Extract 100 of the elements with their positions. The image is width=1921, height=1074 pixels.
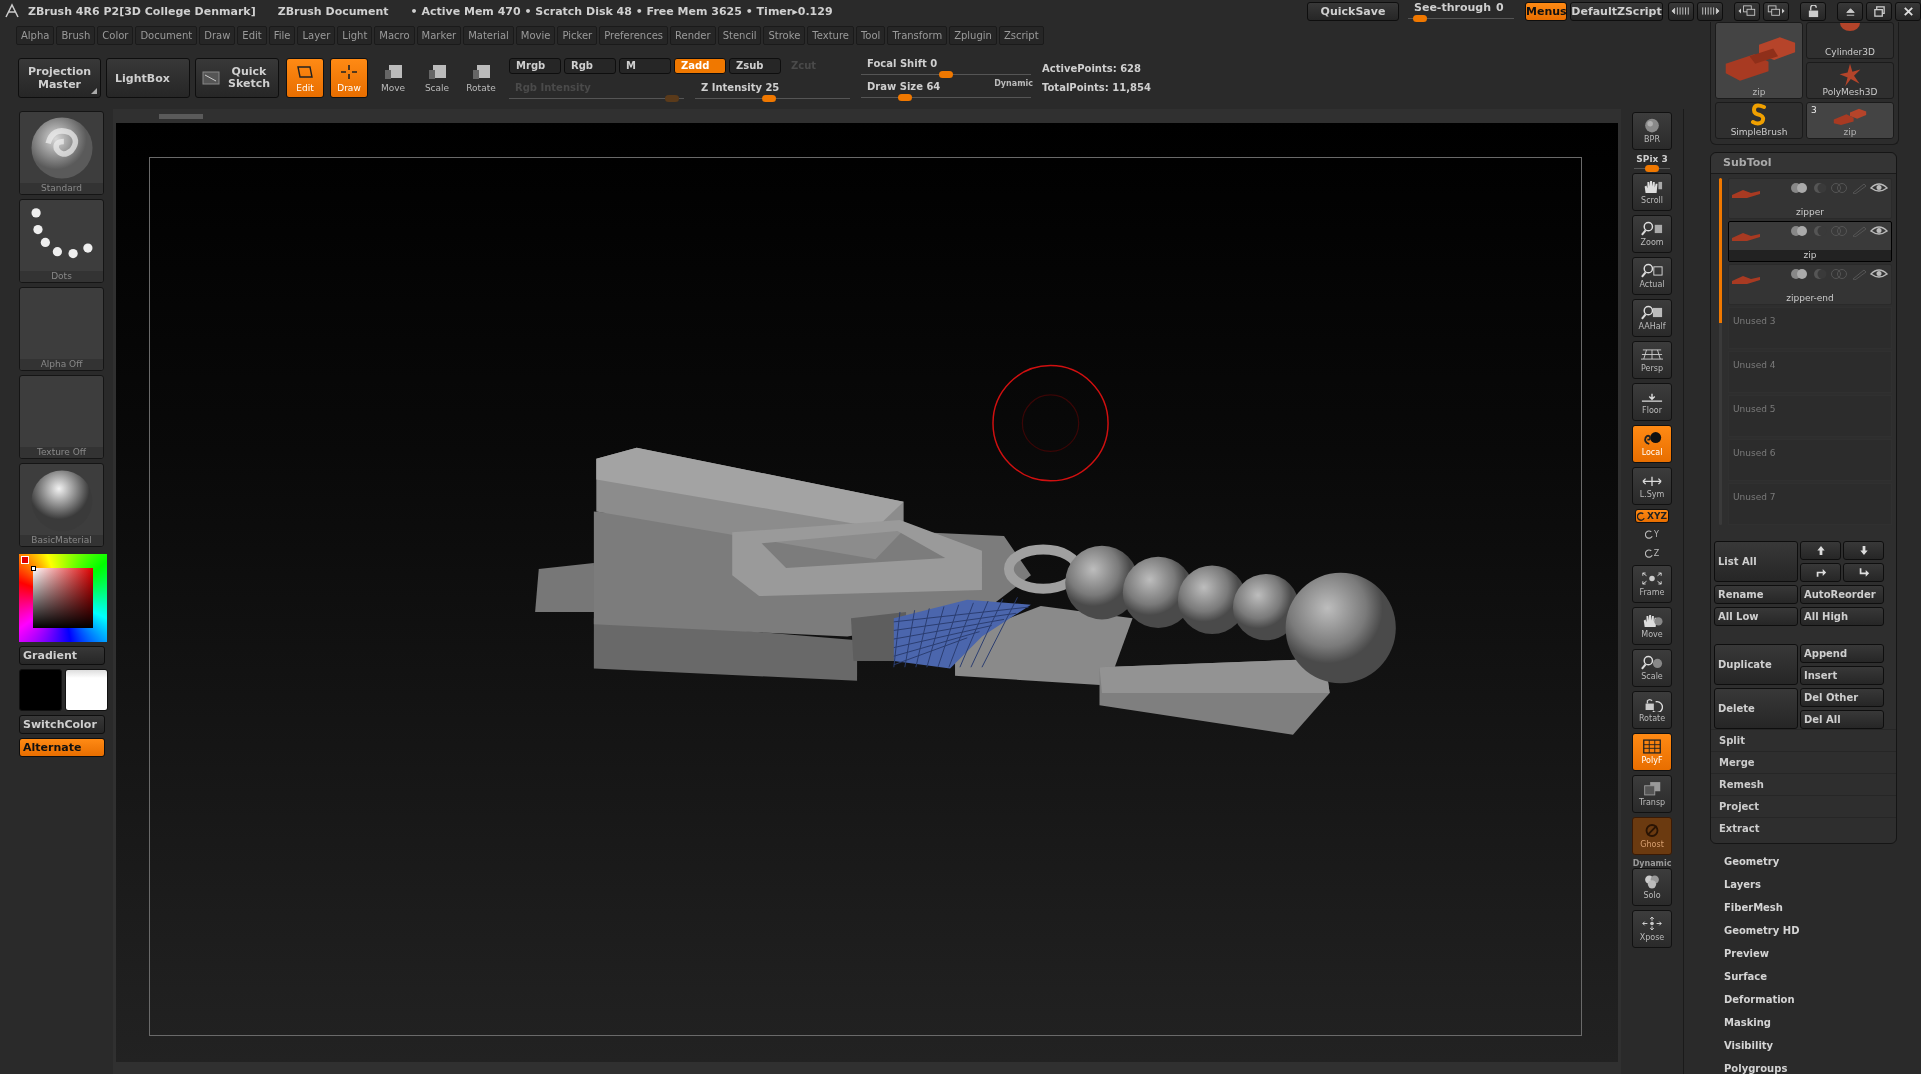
all-high-button[interactable]: All High <box>1800 607 1884 626</box>
menu-item[interactable]: Color <box>97 25 134 45</box>
view-button[interactable]: Rotate <box>1632 691 1673 729</box>
view-button[interactable]: AAHalf <box>1632 299 1673 337</box>
move-up-button[interactable] <box>1800 541 1841 560</box>
move-up-right-button[interactable] <box>1800 563 1841 582</box>
toggle-icon[interactable] <box>1790 182 1808 194</box>
projection-master-button[interactable]: Projection Master <box>18 58 101 98</box>
eye-icon[interactable] <box>1870 268 1888 280</box>
view-button[interactable]: Scale <box>1632 649 1673 687</box>
menu-item[interactable]: Light <box>337 25 373 45</box>
tool-thumbnail[interactable]: Cylinder3D <box>1806 22 1894 59</box>
subpalette-item[interactable]: Merge <box>1711 751 1896 773</box>
toggle-icon[interactable] <box>1790 225 1808 237</box>
insert-button[interactable]: Insert <box>1800 666 1884 685</box>
subtool-item[interactable]: zip <box>1728 221 1892 262</box>
view-button[interactable]: Zoom <box>1632 215 1673 253</box>
del-all-button[interactable]: Del All <box>1800 710 1884 729</box>
scroll-right-button[interactable] <box>1697 1 1723 21</box>
menu-item[interactable]: Zplugin <box>949 25 997 45</box>
quick-sketch-button[interactable]: Quick Sketch <box>195 58 279 98</box>
menu-item[interactable]: Macro <box>374 25 415 45</box>
channel-button[interactable]: M <box>619 57 671 74</box>
tool-menu-item[interactable]: Geometry <box>1724 850 1780 873</box>
view-button[interactable]: Frame <box>1632 565 1673 603</box>
view-button[interactable]: Move <box>1632 607 1673 645</box>
view-button[interactable]: Persp <box>1632 341 1673 379</box>
subtool-item[interactable]: zipper-end <box>1728 264 1892 305</box>
tool-thumbnail[interactable]: 3 zip <box>1806 102 1894 139</box>
secondary-color-swatch[interactable] <box>19 669 62 711</box>
menu-item[interactable]: Zscript <box>998 25 1044 45</box>
axis-rotate-button[interactable]: Z <box>1640 546 1665 561</box>
layout-right-button[interactable] <box>1763 1 1789 21</box>
subpalette-item[interactable]: Project <box>1711 795 1896 817</box>
dynamic-button[interactable]: Dynamic <box>994 79 1033 88</box>
menu-item[interactable]: Document <box>135 25 198 45</box>
tool-menu-item[interactable]: Surface <box>1724 965 1768 988</box>
list-all-button[interactable]: List All <box>1714 541 1798 582</box>
subtool-item[interactable]: zipper <box>1728 178 1892 219</box>
channel-button[interactable]: Mrgb <box>509 57 561 74</box>
see-through-slider[interactable]: See-through 0 <box>1406 1 1516 21</box>
tool-menu-item[interactable]: Deformation <box>1724 988 1795 1011</box>
menu-item[interactable]: Alpha <box>16 25 55 45</box>
view-button[interactable]: Actual <box>1632 257 1673 295</box>
menu-item[interactable]: Draw <box>199 25 236 45</box>
menus-button[interactable]: Menus <box>1525 1 1567 21</box>
del-other-button[interactable]: Del Other <box>1800 688 1884 707</box>
view-button[interactable]: Floor <box>1632 383 1673 421</box>
layout-left-button[interactable] <box>1734 1 1760 21</box>
all-low-button[interactable]: All Low <box>1714 607 1798 626</box>
append-button[interactable]: Append <box>1800 644 1884 663</box>
eye-icon[interactable] <box>1870 182 1888 194</box>
tool-menu-item[interactable]: Visibility <box>1724 1034 1774 1057</box>
minimize-button[interactable] <box>1837 1 1863 21</box>
menu-item[interactable]: Material <box>463 25 514 45</box>
alternate-button[interactable]: Alternate <box>19 738 105 757</box>
move-down-button[interactable] <box>1843 541 1884 560</box>
menu-item[interactable]: Brush <box>56 25 96 45</box>
color-picker[interactable] <box>19 554 107 642</box>
axis-rotate-button[interactable]: Y <box>1640 527 1665 542</box>
lock-button[interactable] <box>1800 1 1826 21</box>
subpalette-item[interactable]: Split <box>1711 729 1896 751</box>
tool-menu-item[interactable]: Geometry HD <box>1724 919 1800 942</box>
menu-item[interactable]: Stencil <box>717 25 762 45</box>
tool-menu-item[interactable]: Preview <box>1724 942 1769 965</box>
thumbnail-slot[interactable]: Standard <box>19 111 104 195</box>
xyz-button[interactable]: XYZ <box>1635 509 1670 523</box>
rename-button[interactable]: Rename <box>1714 585 1798 604</box>
view-button[interactable]: Solo <box>1632 868 1673 906</box>
script-button[interactable]: DefaultZScript <box>1570 1 1663 21</box>
mode-button[interactable]: Move <box>374 58 412 98</box>
mode-button[interactable]: Scale <box>418 58 456 98</box>
tool-menu-item[interactable]: Layers <box>1724 873 1761 896</box>
view-button[interactable]: L.Sym <box>1632 467 1673 505</box>
move-down-right-button[interactable] <box>1843 563 1884 582</box>
menu-item[interactable]: Layer <box>297 25 336 45</box>
thumbnail-slot[interactable]: BasicMaterial <box>19 463 104 547</box>
tool-thumbnail[interactable]: zip <box>1715 22 1803 99</box>
menu-item[interactable]: Stroke <box>763 25 806 45</box>
menu-item[interactable]: File <box>268 25 296 45</box>
focal-shift-slider[interactable]: Focal Shift 0 <box>861 58 1031 75</box>
thumbnail-slot[interactable]: Texture Off <box>19 375 104 459</box>
menu-item[interactable]: Edit <box>237 25 267 45</box>
menu-item[interactable]: Transform <box>887 25 948 45</box>
menu-item[interactable]: Tool <box>855 25 886 45</box>
menu-item[interactable]: Movie <box>515 25 556 45</box>
lightbox-button[interactable]: LightBox <box>106 58 190 98</box>
switch-color-button[interactable]: SwitchColor <box>19 715 105 734</box>
tool-thumbnail[interactable]: PolyMesh3D <box>1806 62 1894 99</box>
primary-color-swatch[interactable] <box>65 669 108 711</box>
restore-button[interactable] <box>1866 1 1892 21</box>
thumbnail-slot[interactable]: Alpha Off <box>19 287 104 371</box>
gradient-button[interactable]: Gradient <box>19 646 105 665</box>
scroll-left-button[interactable] <box>1668 1 1694 21</box>
document-canvas[interactable] <box>115 123 1619 1062</box>
close-button[interactable] <box>1895 1 1921 21</box>
auto-reorder-button[interactable]: AutoReorder <box>1800 585 1884 604</box>
subpalette-item[interactable]: Extract <box>1711 817 1896 839</box>
menu-item[interactable]: Marker <box>416 25 462 45</box>
delete-button[interactable]: Delete <box>1714 688 1798 729</box>
